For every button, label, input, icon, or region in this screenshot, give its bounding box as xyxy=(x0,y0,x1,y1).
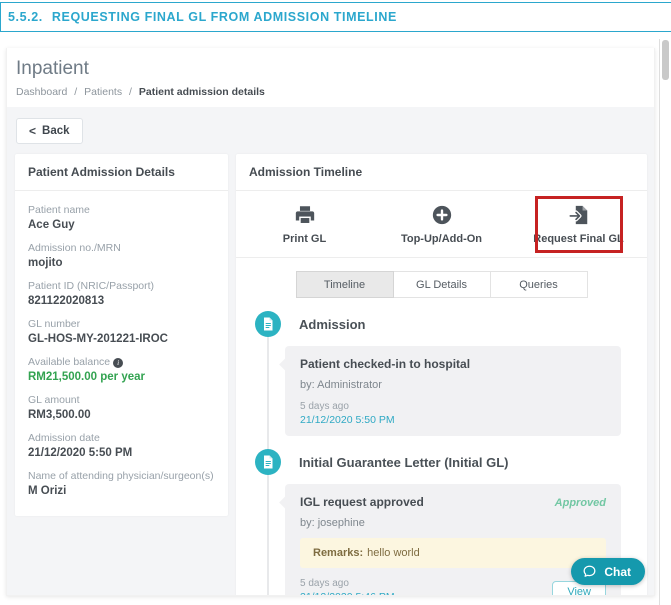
event-date-link[interactable]: 21/12/2020 5:46 PM xyxy=(300,591,395,595)
breadcrumb: Dashboard / Patients / Patient admission… xyxy=(16,86,638,98)
back-button[interactable]: < Back xyxy=(16,118,83,144)
info-icon[interactable]: i xyxy=(113,358,124,368)
field-patient-id: Patient ID (NRIC/Passport) 821122020813 xyxy=(28,280,215,307)
field-value: 21/12/2020 5:50 PM xyxy=(28,447,133,459)
field-admission-no: Admission no./MRN mojito xyxy=(28,242,215,269)
event-time-ago: 5 days ago xyxy=(300,578,349,589)
field-available-balance: Available balance i RM21,500.00 per year xyxy=(28,356,215,383)
doc-section-number: 5.5.2. xyxy=(8,10,43,24)
field-label: GL amount xyxy=(28,394,80,406)
section-title: Admission xyxy=(299,316,366,332)
breadcrumb-separator: / xyxy=(129,86,132,98)
timeline-event-card: IGL request approved Approved by: joseph… xyxy=(285,484,621,595)
field-gl-number: GL number GL-HOS-MY-201221-IROC xyxy=(28,318,215,345)
chat-bubble-icon xyxy=(583,565,596,577)
remarks-text: hello world xyxy=(367,547,420,559)
document-circle-icon xyxy=(255,311,281,337)
page-title: Inpatient xyxy=(16,58,89,79)
timeline-section-admission: Admission Patient checked-in to hospital… xyxy=(236,311,647,436)
timeline-event-card: Patient checked-in to hospital by: Admin… xyxy=(285,346,621,436)
printer-icon xyxy=(295,206,314,225)
print-gl-action[interactable]: Print GL xyxy=(236,204,373,245)
field-admission-date: Admission date 21/12/2020 5:50 PM xyxy=(28,432,215,459)
field-value: GL-HOS-MY-201221-IROC xyxy=(28,333,168,345)
top-up-add-on-action[interactable]: Top-Up/Add-On xyxy=(373,204,510,245)
field-label: Admission date xyxy=(28,432,100,444)
tab-queries[interactable]: Queries xyxy=(489,271,588,298)
document-circle-icon xyxy=(255,449,281,475)
plus-circle-icon xyxy=(432,205,451,225)
field-value-balance: RM21,500.00 per year xyxy=(28,371,145,383)
admission-timeline-title: Admission Timeline xyxy=(236,154,647,191)
chat-button[interactable]: Chat xyxy=(571,558,645,585)
scrollbar[interactable] xyxy=(659,39,671,605)
section-title: Initial Guarantee Letter (Initial GL) xyxy=(299,454,509,470)
back-button-label: Back xyxy=(42,125,70,137)
app-header: Inpatient Dashboard / Patients / Patient… xyxy=(7,48,654,107)
field-value: M Orizi xyxy=(28,485,67,497)
field-value: 821122020813 xyxy=(28,295,105,307)
field-gl-amount: GL amount RM3,500.00 xyxy=(28,394,215,421)
request-final-gl-action[interactable]: Request Final GL xyxy=(510,196,647,253)
event-time-ago: 5 days ago xyxy=(300,401,349,412)
top-up-add-on-label: Top-Up/Add-On xyxy=(400,233,483,245)
field-value: mojito xyxy=(28,257,63,269)
patient-details-panel: Patient Admission Details Patient name A… xyxy=(15,154,228,516)
remarks-label: Remarks: xyxy=(313,547,364,559)
app-window: Inpatient Dashboard / Patients / Patient… xyxy=(6,48,655,596)
event-title: IGL request approved xyxy=(300,495,424,509)
tab-gl-details[interactable]: GL Details xyxy=(392,271,491,298)
field-label: GL number xyxy=(28,318,81,330)
app-body: < Back Patient Admission Details Patient… xyxy=(7,107,654,595)
field-label: Name of attending physician/surgeon(s) xyxy=(28,470,214,482)
print-gl-label: Print GL xyxy=(282,233,327,245)
breadcrumb-current: Patient admission details xyxy=(138,86,265,98)
chevron-left-icon: < xyxy=(29,124,37,138)
timeline-tabs: Timeline GL Details Queries xyxy=(295,271,588,298)
admission-timeline-panel: Admission Timeline Print GL Top-Up/Add-O… xyxy=(236,154,647,595)
field-value: Ace Guy xyxy=(28,219,75,231)
event-by: by: Administrator xyxy=(300,379,382,391)
request-final-gl-icon xyxy=(567,205,587,225)
doc-section-title: REQUESTING FINAL GL FROM ADMISSION TIMEL… xyxy=(51,10,397,24)
field-label: Available balance i xyxy=(28,356,215,368)
remarks-box: Remarks: hello world xyxy=(300,538,606,568)
breadcrumb-patients[interactable]: Patients xyxy=(84,86,122,98)
breadcrumb-separator: / xyxy=(74,86,78,98)
scrollbar-thumb[interactable] xyxy=(662,40,669,80)
request-final-gl-label: Request Final GL xyxy=(533,233,624,245)
tab-timeline[interactable]: Timeline xyxy=(295,271,394,298)
doc-section-heading: 5.5.2. REQUESTING FINAL GL FROM ADMISSION… xyxy=(0,2,671,32)
field-patient-name: Patient name Ace Guy xyxy=(28,204,215,231)
field-label: Patient name xyxy=(28,204,90,216)
event-date-link[interactable]: 21/12/2020 5:50 PM xyxy=(300,414,395,426)
breadcrumb-dashboard[interactable]: Dashboard xyxy=(16,86,67,98)
approved-status-badge: Approved xyxy=(554,497,606,509)
field-value: RM3,500.00 xyxy=(28,409,91,421)
timeline: Admission Patient checked-in to hospital… xyxy=(236,311,647,595)
event-title: Patient checked-in to hospital xyxy=(300,357,471,371)
field-physician: Name of attending physician/surgeon(s) M… xyxy=(28,470,215,497)
field-label: Admission no./MRN xyxy=(28,242,121,254)
chat-button-label: Chat xyxy=(604,564,631,579)
field-label: Patient ID (NRIC/Passport) xyxy=(28,280,155,292)
event-by: by: josephine xyxy=(300,517,365,529)
patient-details-title: Patient Admission Details xyxy=(15,154,228,191)
timeline-actions-bar: Print GL Top-Up/Add-On Request Final GL xyxy=(236,191,647,258)
